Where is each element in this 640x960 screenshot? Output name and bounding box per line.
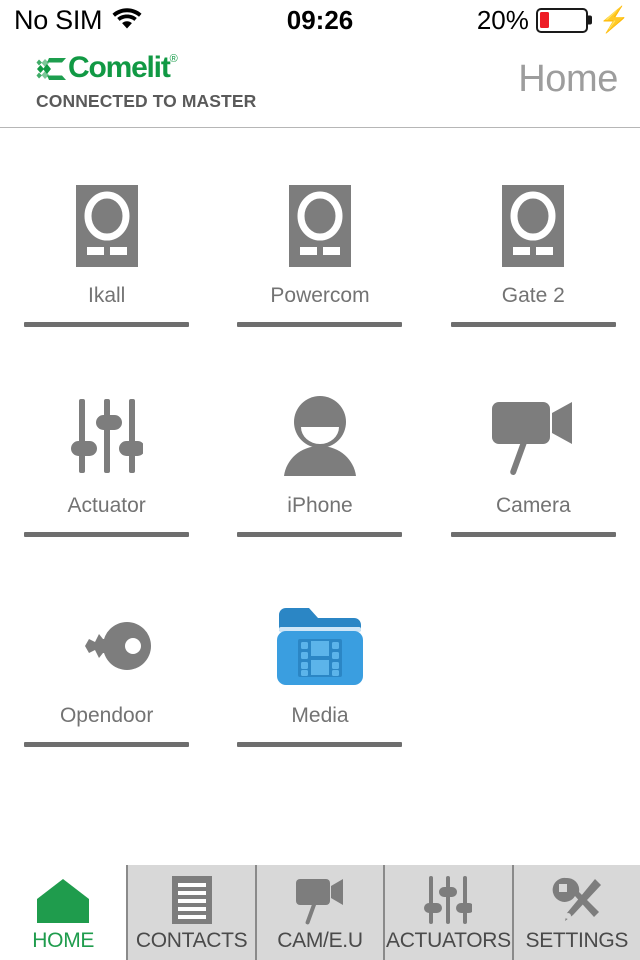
key-icon: [61, 590, 153, 702]
grid-item-label: Gate 2: [501, 284, 565, 307]
page-title: Home: [518, 58, 618, 100]
tab-label: CONTACTS: [135, 928, 248, 952]
grid-item-label: Opendoor: [59, 704, 154, 727]
registered-mark: ®: [169, 53, 178, 65]
battery-icon: [535, 7, 588, 33]
grid-item-label: Actuator: [67, 494, 146, 517]
grid-item-underline: [237, 322, 403, 327]
tab-home[interactable]: HOME: [0, 865, 127, 960]
tab-contacts[interactable]: CONTACTS: [126, 865, 255, 960]
tab-actuators[interactable]: ACTUATORS: [383, 865, 512, 960]
grid-item-label: Camera: [495, 494, 571, 517]
status-bar: No SIM 09:26 20% ⚡: [0, 0, 640, 40]
grid-item-label: Powercom: [270, 284, 370, 307]
grid-item-label: iPhone: [287, 494, 353, 517]
device-grid-row: Actuator iPhone Camera: [0, 368, 640, 578]
device-grid-row: Opendoor Media: [0, 578, 640, 788]
comelit-logo: Comelit ®: [36, 51, 256, 87]
video-camera-icon: [294, 873, 346, 925]
grid-item-media[interactable]: Media: [213, 578, 426, 788]
grid-item-underline: [237, 532, 403, 537]
sliders-icon: [70, 380, 143, 492]
media-folder-icon: [273, 590, 367, 702]
grid-item-underline: [24, 532, 190, 537]
connection-status-label: CONNECTED TO MASTER: [36, 91, 257, 111]
sliders-icon: [424, 873, 473, 925]
person-icon: [282, 380, 358, 492]
grid-item-iphone[interactable]: iPhone: [213, 368, 426, 578]
tab-label: HOME: [32, 928, 95, 952]
bottom-tab-bar: HOME CONTACTS CAM/E.U ACTUATORS SETTINGS: [0, 865, 640, 960]
intercom-panel-icon: [502, 170, 565, 282]
device-grid-row: Ikall Powercom Gate 2: [0, 158, 640, 368]
grid-item-underline: [24, 322, 190, 327]
status-bar-right: 20% ⚡: [477, 5, 630, 36]
tab-label: SETTINGS: [525, 928, 629, 952]
comelit-diamond-mark-icon: [36, 56, 66, 87]
brand-block: Comelit ® CONNECTED TO MASTER: [36, 51, 257, 112]
app-screen: No SIM 09:26 20% ⚡ Comelit ® CONNECTED T…: [0, 0, 640, 960]
grid-item-underline: [450, 322, 616, 327]
house-icon: [35, 873, 91, 925]
grid-item-label: Media: [291, 704, 349, 727]
grid-item-opendoor[interactable]: Opendoor: [0, 578, 213, 788]
document-list-icon: [171, 873, 213, 925]
tab-cam-eu[interactable]: CAM/E.U: [254, 865, 384, 960]
brand-wordmark: Comelit: [68, 51, 171, 84]
tab-settings[interactable]: SETTINGS: [511, 865, 640, 960]
tab-label: CAM/E.U: [277, 928, 363, 952]
grid-item-underline: [450, 532, 616, 537]
grid-item-underline: [237, 742, 403, 747]
device-grid: Ikall Powercom Gate 2 Actuator iPhone Ca…: [0, 128, 640, 865]
intercom-panel-icon: [288, 170, 351, 282]
app-header: Comelit ® CONNECTED TO MASTER Home: [0, 40, 640, 128]
grid-item-actuator[interactable]: Actuator: [0, 368, 213, 578]
grid-item-underline: [24, 742, 190, 747]
lightning-bolt-icon: ⚡: [598, 5, 630, 34]
grid-item-powercom[interactable]: Powercom: [213, 158, 426, 368]
grid-item-label: Ikall: [87, 284, 126, 307]
intercom-panel-icon: [75, 170, 138, 282]
battery-percent-label: 20%: [476, 4, 529, 35]
wrench-screwdriver-icon: [551, 873, 603, 925]
grid-item-ikall[interactable]: Ikall: [0, 158, 213, 368]
grid-item-gate-2[interactable]: Gate 2: [427, 158, 640, 368]
video-camera-icon: [490, 380, 576, 492]
tab-label: ACTUATORS: [385, 928, 511, 952]
grid-item-camera[interactable]: Camera: [427, 368, 640, 578]
